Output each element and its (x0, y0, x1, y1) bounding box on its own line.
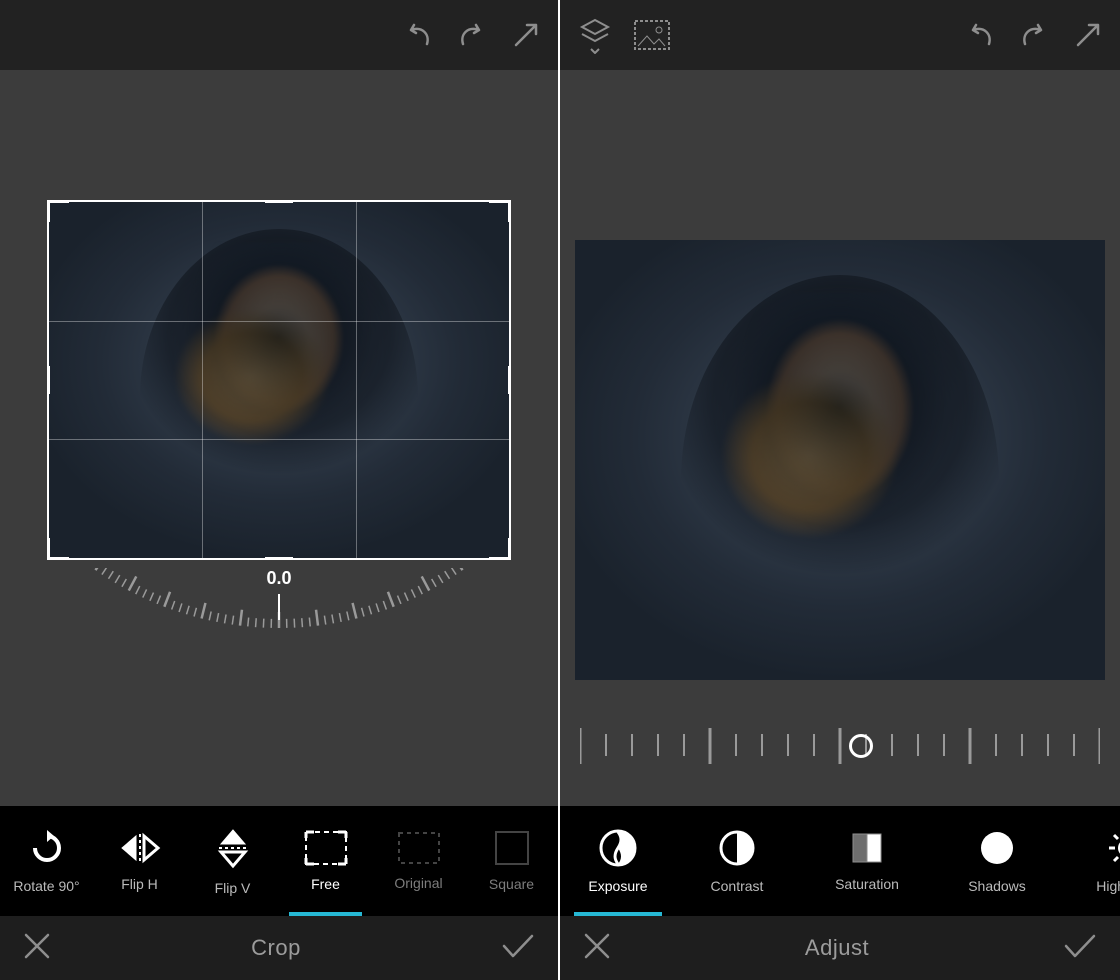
opt-exposure[interactable]: Exposure (564, 806, 672, 916)
undo-icon[interactable] (400, 20, 434, 50)
redo-icon[interactable] (1018, 20, 1052, 50)
cancel-button[interactable] (582, 931, 612, 966)
opt-flipv[interactable]: Flip V (186, 806, 279, 916)
rotation-value: 0.0 (266, 568, 291, 589)
opt-original-label: Original (394, 875, 442, 891)
opt-exposure-label: Exposure (588, 878, 647, 894)
fullscreen-icon[interactable] (512, 21, 540, 49)
opt-rotate90[interactable]: Rotate 90° (0, 806, 93, 916)
opt-fliph[interactable]: Flip H (93, 806, 186, 916)
opt-contrast-label: Contrast (711, 878, 764, 894)
adjust-bottombar: Adjust (560, 916, 1120, 980)
opt-free[interactable]: Free (279, 806, 372, 916)
crop-options: Rotate 90° Flip H Flip V Free Original S… (0, 806, 558, 916)
opt-shadows[interactable]: Shadows (932, 806, 1062, 916)
opt-square[interactable]: Square (465, 806, 558, 916)
redo-icon[interactable] (456, 20, 490, 50)
adjust-topbar (560, 0, 1120, 70)
opt-contrast[interactable]: Contrast (672, 806, 802, 916)
crop-topbar (0, 0, 558, 70)
opt-highlights-label: Highlights (1096, 878, 1120, 894)
crop-bottombar: Crop (0, 916, 558, 980)
confirm-button[interactable] (500, 932, 536, 965)
opt-square-label: Square (489, 876, 534, 892)
layers-icon[interactable] (578, 16, 612, 54)
photo-preview (575, 240, 1105, 680)
rotation-needle (278, 594, 280, 620)
crop-title: Crop (251, 935, 301, 961)
rotation-dial[interactable]: 0.0 (47, 568, 511, 688)
image-picker-icon[interactable] (634, 20, 670, 50)
opt-saturation-label: Saturation (835, 876, 899, 892)
opt-shadows-label: Shadows (968, 878, 1026, 894)
value-slider[interactable] (580, 720, 1100, 780)
confirm-button[interactable] (1062, 932, 1098, 965)
slider-ticks (580, 720, 1100, 780)
cancel-button[interactable] (22, 931, 52, 966)
adjust-options: Exposure Contrast Saturation Shadows Hig… (560, 806, 1120, 916)
undo-icon[interactable] (962, 20, 996, 50)
adjust-screen: Exposure Contrast Saturation Shadows Hig… (560, 0, 1120, 980)
crop-canvas[interactable]: 0.0 (0, 70, 558, 806)
opt-free-label: Free (311, 876, 340, 892)
slider-thumb[interactable] (849, 734, 873, 758)
adjust-title: Adjust (805, 935, 869, 961)
opt-fliph-label: Flip H (121, 876, 158, 892)
adjust-canvas (560, 70, 1120, 806)
fullscreen-icon[interactable] (1074, 21, 1102, 49)
opt-flipv-label: Flip V (215, 880, 251, 896)
crop-screen: 0.0 Rotate 90° Flip H Flip V Free Ori (0, 0, 558, 980)
opt-highlights[interactable]: Highlights (1062, 806, 1120, 916)
photo-preview (47, 200, 511, 560)
opt-original[interactable]: Original (372, 806, 465, 916)
opt-rotate90-label: Rotate 90° (13, 878, 79, 894)
opt-saturation[interactable]: Saturation (802, 806, 932, 916)
